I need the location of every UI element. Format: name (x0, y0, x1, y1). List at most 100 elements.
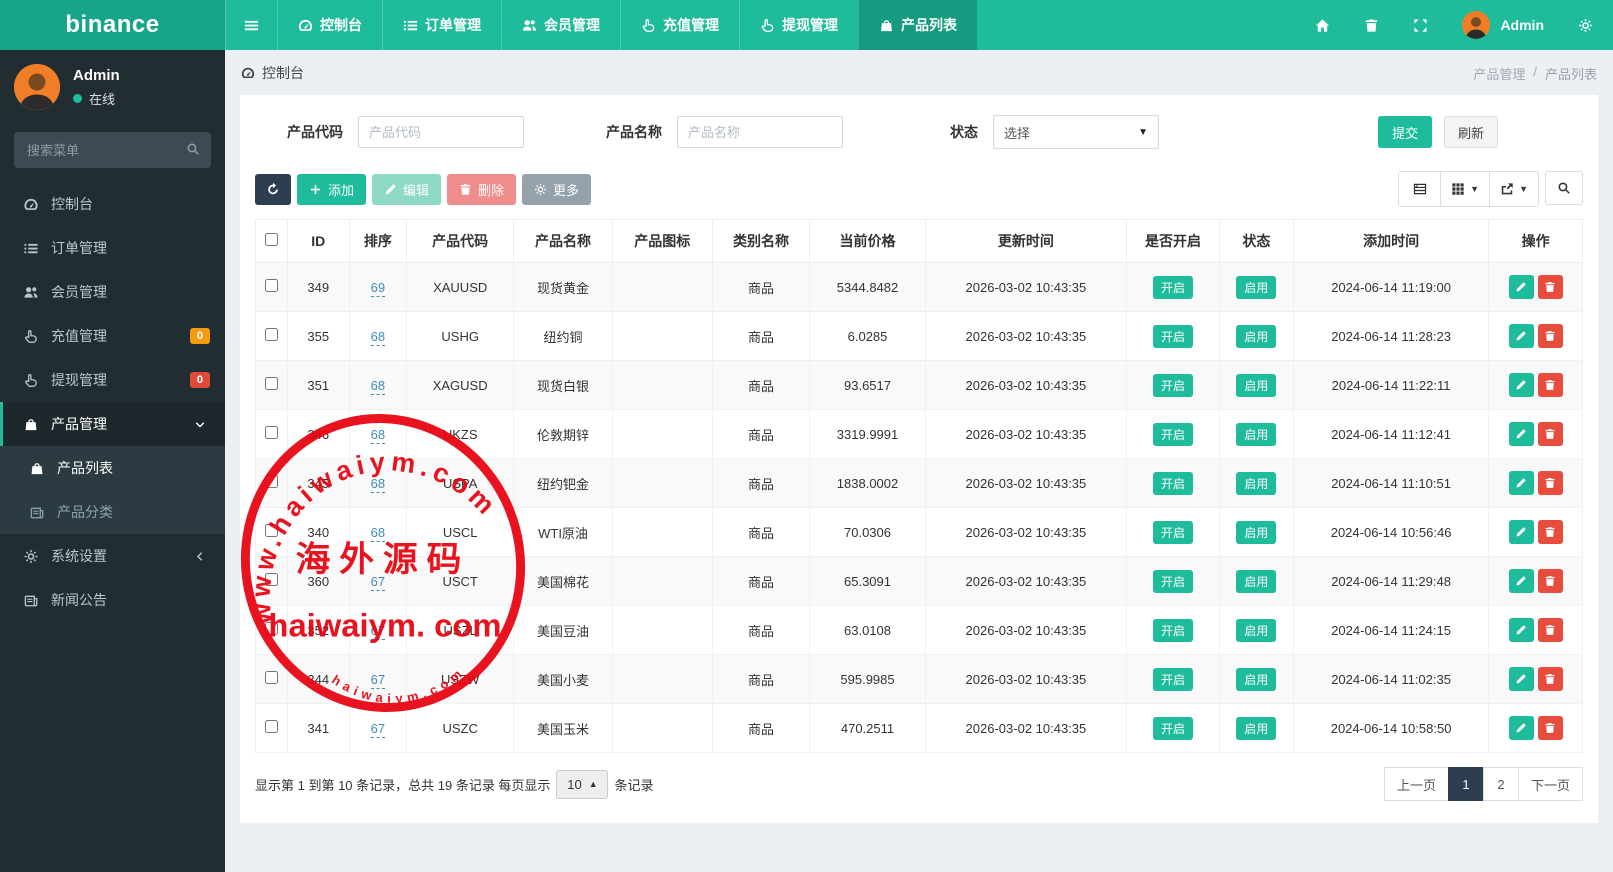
row-checkbox[interactable] (264, 671, 278, 684)
open-badge[interactable]: 开启 (1153, 422, 1194, 446)
sidebar-item-news[interactable]: 新闻公告 (0, 578, 225, 622)
home-icon[interactable] (1315, 18, 1330, 33)
open-badge[interactable]: 开启 (1153, 618, 1194, 642)
sort-link[interactable]: 68 (370, 524, 386, 542)
sort-link[interactable]: 69 (370, 279, 386, 297)
add-button[interactable]: 添加 (297, 173, 367, 205)
sort-link[interactable]: 67 (370, 720, 386, 738)
prev-page-button[interactable]: 上一页 (1383, 767, 1449, 801)
brand-logo[interactable]: binance (0, 0, 225, 50)
row-checkbox[interactable] (264, 426, 278, 439)
select-all-checkbox[interactable] (264, 233, 278, 246)
page-2-button[interactable]: 2 (1482, 767, 1519, 801)
status-filter-label: 状态 (950, 124, 978, 140)
row-checkbox[interactable] (264, 279, 278, 292)
edit-row-button[interactable] (1508, 667, 1534, 691)
delete-row-button[interactable] (1537, 373, 1563, 397)
edit-row-button[interactable] (1508, 324, 1534, 348)
next-page-button[interactable]: 下一页 (1517, 767, 1583, 801)
open-badge[interactable]: 开启 (1153, 520, 1194, 544)
edit-row-button[interactable] (1508, 422, 1534, 446)
sidebar-toggle-button[interactable] (225, 0, 277, 50)
row-checkbox[interactable] (264, 377, 278, 390)
export-button[interactable]: ▼ (1490, 172, 1538, 206)
columns-button[interactable]: ▼ (1441, 172, 1491, 206)
delete-row-button[interactable] (1537, 471, 1563, 495)
nav-item-members[interactable]: 会员管理 (501, 0, 620, 50)
row-checkbox[interactable] (264, 720, 278, 733)
nav-item-withdraw[interactable]: 提现管理 (739, 0, 858, 50)
row-checkbox[interactable] (264, 475, 278, 488)
sort-link[interactable]: 67 (370, 573, 386, 591)
page-size-select[interactable]: 10 ▲ (556, 769, 609, 799)
open-badge[interactable]: 开启 (1153, 324, 1194, 348)
open-badge[interactable]: 开启 (1153, 373, 1194, 397)
edit-row-button[interactable] (1508, 618, 1534, 642)
search-icon[interactable] (186, 142, 200, 156)
delete-row-button[interactable] (1537, 569, 1563, 593)
submit-button[interactable]: 提交 (1378, 116, 1433, 148)
sort-link[interactable]: 68 (370, 328, 386, 346)
page-1-button[interactable]: 1 (1447, 767, 1484, 801)
fullscreen-icon[interactable] (1413, 18, 1428, 33)
sidebar-item-members[interactable]: 会员管理 (0, 270, 225, 314)
nav-item-product-list[interactable]: 产品列表 (858, 0, 977, 50)
edit-row-button[interactable] (1508, 471, 1534, 495)
table-search-button[interactable] (1545, 171, 1583, 205)
row-checkbox[interactable] (264, 573, 278, 586)
nav-item-dashboard[interactable]: 控制台 (277, 0, 382, 50)
edit-button[interactable]: 编辑 (372, 173, 442, 205)
edit-row-button[interactable] (1508, 716, 1534, 740)
delete-row-button[interactable] (1537, 618, 1563, 642)
row-checkbox[interactable] (264, 524, 278, 537)
detail-view-button[interactable] (1399, 172, 1442, 206)
open-badge[interactable]: 开启 (1153, 275, 1194, 299)
open-badge[interactable]: 开启 (1153, 716, 1194, 740)
sidebar-item-product-management[interactable]: 产品管理 (0, 402, 225, 446)
edit-row-button[interactable] (1508, 520, 1534, 544)
nav-item-recharge[interactable]: 充值管理 (620, 0, 739, 50)
breadcrumb-dashboard[interactable]: 控制台 (262, 63, 304, 83)
cell-icon (611, 409, 713, 459)
settings-gears-icon[interactable] (1578, 18, 1593, 33)
edit-row-button[interactable] (1508, 569, 1534, 593)
sort-link[interactable]: 68 (370, 475, 386, 493)
row-checkbox[interactable] (264, 622, 278, 635)
edit-row-button[interactable] (1508, 275, 1534, 299)
name-filter-input[interactable] (677, 116, 843, 148)
delete-row-button[interactable] (1537, 667, 1563, 691)
delete-button[interactable]: 删除 (447, 173, 517, 205)
trash-icon[interactable] (1364, 18, 1379, 33)
delete-row-button[interactable] (1537, 324, 1563, 348)
delete-row-button[interactable] (1537, 422, 1563, 446)
open-badge[interactable]: 开启 (1153, 667, 1194, 691)
more-button[interactable]: 更多 (522, 173, 592, 205)
sidebar-item-withdraw[interactable]: 提现管理 0 (0, 358, 225, 402)
sidebar-item-product-category[interactable]: 产品分类 (0, 490, 225, 534)
breadcrumb-parent[interactable]: 产品管理 (1473, 64, 1525, 83)
sidebar-item-recharge[interactable]: 充值管理 0 (0, 314, 225, 358)
open-badge[interactable]: 开启 (1153, 569, 1194, 593)
refresh-button[interactable]: 刷新 (1443, 116, 1498, 148)
nav-item-orders[interactable]: 订单管理 (382, 0, 501, 50)
sidebar-item-product-list[interactable]: 产品列表 (0, 446, 225, 490)
code-filter-input[interactable] (358, 116, 524, 148)
pencil-icon (1515, 722, 1527, 734)
sort-link[interactable]: 68 (370, 377, 386, 395)
sort-link[interactable]: 67 (370, 622, 386, 640)
reload-table-button[interactable] (255, 173, 291, 205)
edit-row-button[interactable] (1508, 373, 1534, 397)
sort-link[interactable]: 67 (370, 671, 386, 689)
sort-link[interactable]: 68 (370, 426, 386, 444)
user-menu[interactable]: Admin (1462, 11, 1544, 39)
delete-row-button[interactable] (1537, 520, 1563, 544)
delete-row-button[interactable] (1537, 716, 1563, 740)
row-checkbox[interactable] (264, 328, 278, 341)
sidebar-search-input[interactable] (14, 132, 211, 168)
sidebar-item-dashboard[interactable]: 控制台 (0, 182, 225, 226)
sidebar-item-orders[interactable]: 订单管理 (0, 226, 225, 270)
status-select[interactable]: 选择 ▼ (993, 115, 1159, 149)
open-badge[interactable]: 开启 (1153, 471, 1194, 495)
sidebar-item-system-settings[interactable]: 系统设置 (0, 534, 225, 578)
delete-row-button[interactable] (1537, 275, 1563, 299)
